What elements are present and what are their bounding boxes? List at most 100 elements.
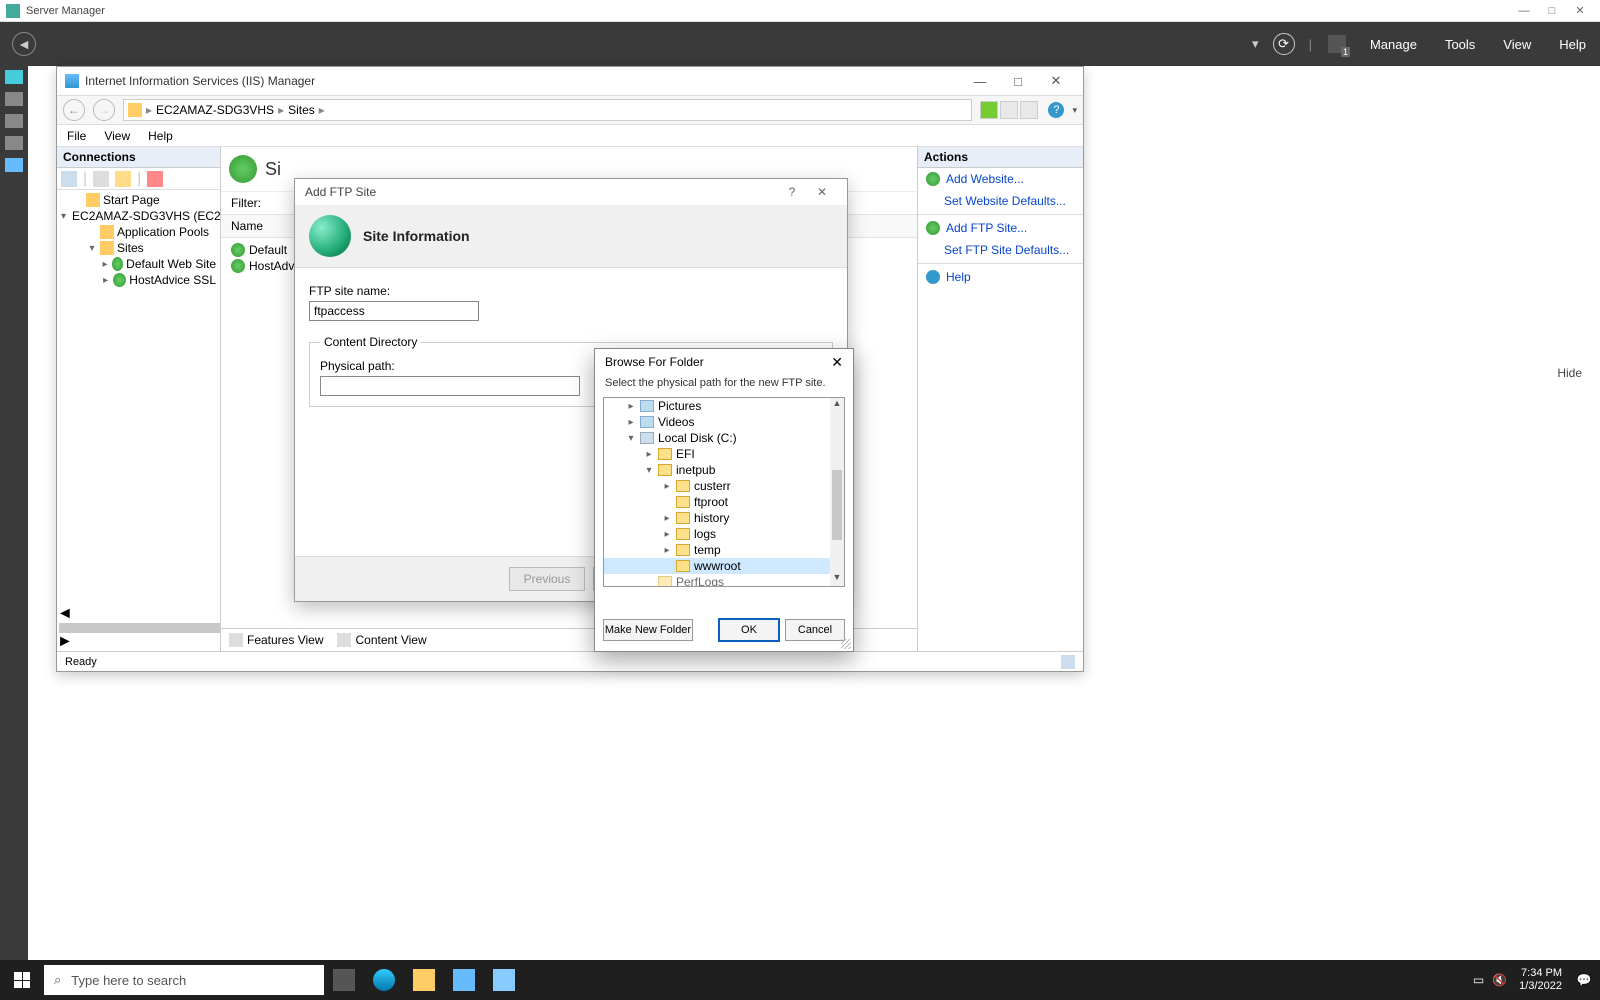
browse-dialog-close-button[interactable]: ✕ xyxy=(831,354,843,371)
ftp-dialog-help-button[interactable]: ? xyxy=(777,185,807,199)
save-icon[interactable] xyxy=(93,171,109,187)
breadcrumb[interactable]: ▸ EC2AMAZ-SDG3VHS ▸ Sites ▸ xyxy=(123,99,972,121)
toolbar-icon-1[interactable] xyxy=(980,101,998,119)
default-web-site-node[interactable]: Default Web Site xyxy=(126,257,216,271)
local-disk-node[interactable]: Local Disk (C:) xyxy=(658,431,737,445)
set-ftp-defaults-action[interactable]: Set FTP Site Defaults... xyxy=(918,239,1083,261)
efi-node[interactable]: EFI xyxy=(676,447,695,461)
search-icon: ⌕ xyxy=(54,972,61,988)
ok-button[interactable]: OK xyxy=(719,619,779,641)
folder-icon xyxy=(676,528,690,540)
logs-node[interactable]: logs xyxy=(694,527,716,541)
breadcrumb-sites[interactable]: Sites xyxy=(288,103,315,117)
inetpub-node[interactable]: inetpub xyxy=(676,463,715,477)
set-website-defaults-action[interactable]: Set Website Defaults... xyxy=(918,190,1083,212)
help-menu[interactable]: Help xyxy=(1545,37,1600,52)
ftp-dialog-close-button[interactable]: ✕ xyxy=(807,185,837,199)
toolbar-icon-2[interactable] xyxy=(1000,101,1018,119)
nav-back-button[interactable]: ← xyxy=(63,99,85,121)
notifications-flag-icon[interactable] xyxy=(1328,35,1346,53)
taskbar-search[interactable]: ⌕ Type here to search xyxy=(44,965,324,995)
help-icon[interactable]: ? xyxy=(1048,102,1064,118)
system-tray[interactable]: ▭ 🔇 xyxy=(1473,973,1513,987)
task-view-button[interactable] xyxy=(324,960,364,1000)
wwwroot-node[interactable]: wwwroot xyxy=(694,559,741,573)
make-new-folder-button[interactable]: Make New Folder xyxy=(603,619,693,641)
center-title: Si xyxy=(265,159,281,180)
app-pools-node[interactable]: Application Pools xyxy=(117,225,209,239)
custerr-node[interactable]: custerr xyxy=(694,479,731,493)
folder-icon xyxy=(100,241,114,255)
add-ftp-site-action[interactable]: Add FTP Site... xyxy=(918,217,1083,239)
toolbar-icon-3[interactable] xyxy=(1020,101,1038,119)
videos-node[interactable]: Videos xyxy=(658,415,694,429)
minimize-button[interactable]: — xyxy=(1510,5,1538,17)
file-services-nav-icon[interactable] xyxy=(5,136,23,150)
row-hostadv[interactable]: HostAdv xyxy=(249,259,294,273)
manage-menu[interactable]: Manage xyxy=(1356,37,1431,52)
tray-sound-icon[interactable]: 🔇 xyxy=(1492,973,1507,987)
tray-network-icon[interactable]: ▭ xyxy=(1473,973,1484,987)
help-action[interactable]: Help xyxy=(918,266,1083,288)
server-node[interactable]: EC2AMAZ-SDG3VHS (EC2AM xyxy=(72,209,220,223)
edge-taskbar-icon[interactable] xyxy=(364,960,404,1000)
globe-icon xyxy=(113,273,126,287)
history-node[interactable]: history xyxy=(694,511,729,525)
server-manager-title: Server Manager xyxy=(26,5,105,17)
tools-menu[interactable]: Tools xyxy=(1431,37,1489,52)
file-menu[interactable]: File xyxy=(67,129,86,143)
explorer-taskbar-icon[interactable] xyxy=(404,960,444,1000)
hide-link[interactable]: Hide xyxy=(1557,366,1582,380)
view-menu[interactable]: View xyxy=(1489,37,1545,52)
iis-taskbar-icon[interactable] xyxy=(484,960,524,1000)
iis-app-icon xyxy=(65,74,79,88)
row-default[interactable]: Default xyxy=(249,243,287,257)
browse-cancel-button[interactable]: Cancel xyxy=(785,619,845,641)
iis-minimize-button[interactable]: — xyxy=(961,74,999,89)
filter-label: Filter: xyxy=(231,196,261,210)
all-servers-nav-icon[interactable] xyxy=(5,114,23,128)
resize-grip[interactable] xyxy=(841,639,851,649)
add-website-action[interactable]: Add Website... xyxy=(918,168,1083,190)
perflogs-node[interactable]: PerfLogs xyxy=(676,575,724,586)
help-menu-iis[interactable]: Help xyxy=(148,129,173,143)
action-center-button[interactable]: 💬 xyxy=(1568,960,1600,1000)
physical-path-input[interactable] xyxy=(320,376,580,396)
back-button[interactable]: ◄ xyxy=(12,32,36,56)
server-manager-taskbar-icon[interactable] xyxy=(444,960,484,1000)
pictures-node[interactable]: Pictures xyxy=(658,399,701,413)
ftp-site-name-input[interactable] xyxy=(309,301,479,321)
view-menu-iis[interactable]: View xyxy=(104,129,130,143)
sites-node[interactable]: Sites xyxy=(117,241,144,255)
stop-icon[interactable] xyxy=(147,171,163,187)
start-button[interactable] xyxy=(0,960,44,1000)
local-server-nav-icon[interactable] xyxy=(5,92,23,106)
iis-close-button[interactable]: ✕ xyxy=(1037,73,1075,89)
close-button[interactable]: ✕ xyxy=(1566,4,1594,17)
content-view-tab[interactable]: Content View xyxy=(337,633,426,647)
iis-nav-icon[interactable] xyxy=(5,158,23,172)
previous-button: Previous xyxy=(509,567,585,591)
start-page-node[interactable]: Start Page xyxy=(103,193,160,207)
connections-tree[interactable]: Start Page ▾EC2AMAZ-SDG3VHS (EC2AM Appli… xyxy=(57,190,220,605)
folder-tree[interactable]: ▸Pictures ▸Videos ▾Local Disk (C:) ▸EFI … xyxy=(603,397,845,587)
breadcrumb-host[interactable]: EC2AMAZ-SDG3VHS xyxy=(156,103,274,117)
temp-node[interactable]: temp xyxy=(694,543,721,557)
up-icon[interactable] xyxy=(115,171,131,187)
iis-maximize-button[interactable]: □ xyxy=(999,74,1037,89)
connect-icon[interactable] xyxy=(61,171,77,187)
maximize-button[interactable]: □ xyxy=(1538,5,1566,17)
globe-icon xyxy=(112,257,123,271)
library-icon xyxy=(640,400,654,412)
horizontal-scrollbar[interactable]: ◄► xyxy=(57,605,220,651)
actions-header: Actions xyxy=(918,147,1083,168)
nav-forward-button[interactable]: → xyxy=(93,99,115,121)
taskbar-clock[interactable]: 7:34 PM 1/3/2022 xyxy=(1513,967,1568,993)
vertical-scrollbar[interactable]: ▲▼ xyxy=(830,398,844,586)
dashboard-nav-icon[interactable] xyxy=(5,70,23,84)
iis-address-bar: ← → ▸ EC2AMAZ-SDG3VHS ▸ Sites ▸ ? ▾ xyxy=(57,95,1083,125)
ftproot-node[interactable]: ftproot xyxy=(694,495,728,509)
refresh-button[interactable]: ⟳ xyxy=(1273,33,1295,55)
hostadvice-ssl-node[interactable]: HostAdvice SSL xyxy=(129,273,216,287)
features-view-tab[interactable]: Features View xyxy=(229,633,323,647)
